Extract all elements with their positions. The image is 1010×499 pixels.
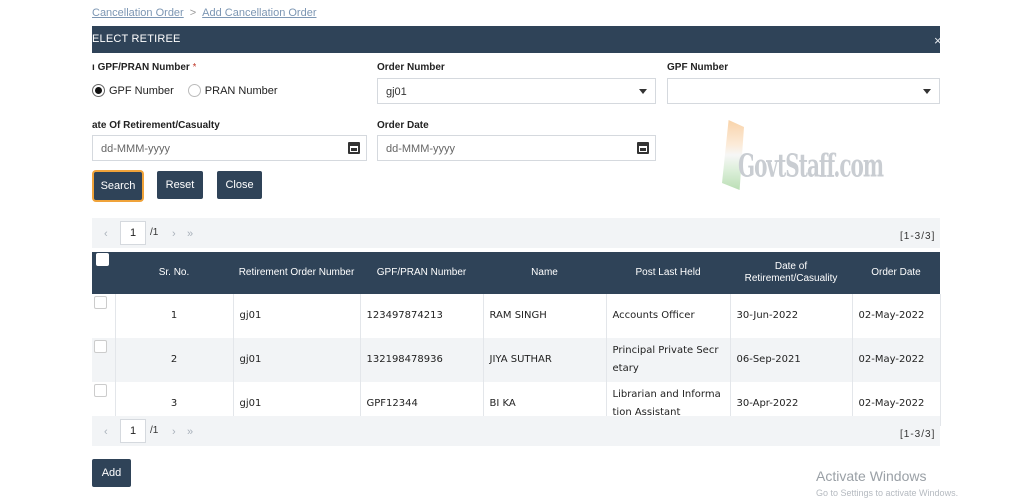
- retirement-date-input[interactable]: dd-MMM-yyyy: [92, 135, 367, 161]
- gpf-number-label: GPF Number: [667, 62, 729, 73]
- cell-post: Principal Private Secretary: [606, 338, 731, 382]
- page-number-input[interactable]: 1: [120, 419, 146, 443]
- cell-name: RAM SINGH: [483, 294, 607, 338]
- search-button[interactable]: Search: [94, 172, 142, 200]
- breadcrumb-separator: >: [189, 7, 197, 19]
- record-range: [1-3/3]: [900, 429, 936, 440]
- row-checkbox-cell[interactable]: [92, 294, 116, 338]
- chevron-down-icon: [639, 89, 647, 94]
- retirement-date-label: ate Of Retirement/Casualty: [92, 120, 220, 131]
- next-page-icon[interactable]: ›: [172, 228, 176, 240]
- order-date-input[interactable]: dd-MMM-yyyy: [377, 135, 656, 161]
- cell-retire-date: 30-Jun-2022: [730, 294, 853, 338]
- table-header-row: Sr. No. Retirement Order Number GPF/PRAN…: [92, 252, 940, 294]
- prev-page-icon[interactable]: ‹: [104, 426, 108, 438]
- cell-order: gj01: [233, 338, 361, 382]
- chevron-down-icon: [923, 89, 931, 94]
- page: Cancellation Order > Add Cancellation Orde…: [0, 0, 1010, 499]
- radio-gpf-number[interactable]: [92, 84, 105, 97]
- cell-order-date: 02-May-2022: [852, 294, 941, 338]
- reset-button[interactable]: Reset: [157, 171, 203, 199]
- radio-pran-number[interactable]: [187, 84, 201, 97]
- table-row[interactable]: 2 gj01 132198478936 JIYA SUTHAR Principa…: [92, 338, 941, 382]
- close-button[interactable]: Close: [217, 171, 262, 199]
- last-page-icon[interactable]: »: [187, 228, 193, 240]
- bottom-pager: ‹ 1 /1 › » [1-3/3]: [92, 416, 940, 446]
- add-button[interactable]: Add: [92, 459, 131, 487]
- next-page-icon[interactable]: ›: [172, 426, 176, 438]
- cell-post: Accounts Officer: [606, 294, 731, 338]
- top-pager: ‹ 1 /1 › » [1-3/3]: [92, 218, 940, 248]
- radio-pran-label: PRAN Number: [204, 84, 278, 97]
- row-checkbox[interactable]: [94, 384, 107, 397]
- activate-windows-subtitle: Go to Settings to activate Windows.: [816, 488, 959, 498]
- calendar-icon[interactable]: [637, 142, 649, 154]
- watermark-text: GovtStaff.com: [738, 146, 884, 185]
- watermark-logo: GovtStaff.com: [722, 116, 884, 196]
- page-total: /1: [150, 425, 159, 436]
- col-order-date[interactable]: Order Date: [852, 252, 940, 294]
- col-date-of-retirement[interactable]: Date of Retirement/Casuality: [730, 252, 852, 294]
- col-name[interactable]: Name: [483, 252, 606, 294]
- cell-sr: 2: [115, 338, 234, 382]
- cell-gpf: 132198478936: [360, 338, 484, 382]
- cell-gpf: 123497874213: [360, 294, 484, 338]
- retiree-table: Sr. No. Retirement Order Number GPF/PRAN…: [92, 252, 941, 426]
- panel-header: ELECT RETIREE ×: [92, 26, 940, 53]
- calendar-icon[interactable]: [348, 142, 360, 154]
- breadcrumb-current[interactable]: Add Cancellation Order: [202, 7, 316, 19]
- col-post-last-held[interactable]: Post Last Held: [606, 252, 730, 294]
- cell-sr: 1: [115, 294, 234, 338]
- breadcrumb: Cancellation Order > Add Cancellation Orde…: [92, 7, 317, 21]
- col-sr-no[interactable]: Sr. No.: [115, 252, 233, 294]
- order-date-placeholder: dd-MMM-yyyy: [386, 143, 456, 155]
- panel-title: ELECT RETIREE: [92, 33, 181, 45]
- cell-order: gj01: [233, 294, 361, 338]
- col-gpf-pran-number[interactable]: GPF/PRAN Number: [360, 252, 483, 294]
- row-checkbox-cell[interactable]: [92, 338, 116, 382]
- close-icon[interactable]: ×: [934, 34, 940, 47]
- row-checkbox[interactable]: [94, 296, 107, 309]
- breadcrumb-parent[interactable]: Cancellation Order: [92, 7, 184, 19]
- required-mark: *: [192, 62, 197, 73]
- retirement-date-placeholder: dd-MMM-yyyy: [101, 143, 171, 155]
- page-number-input[interactable]: 1: [120, 221, 146, 245]
- order-date-label: Order Date: [377, 120, 429, 131]
- gpf-number-select[interactable]: [667, 78, 940, 104]
- activate-windows-title: Activate Windows: [816, 468, 927, 484]
- id-type-radio-group: GPF Number PRAN Number: [92, 84, 288, 97]
- order-number-select[interactable]: gj01: [377, 78, 656, 104]
- record-range: [1-3/3]: [900, 231, 936, 242]
- col-retirement-order-number[interactable]: Retirement Order Number: [233, 252, 360, 294]
- cell-retire-date: 06-Sep-2021: [730, 338, 853, 382]
- gpf-pran-label-text: GPF/PRAN Number: [97, 62, 190, 73]
- order-number-label: Order Number: [377, 62, 445, 73]
- table-row[interactable]: 1 gj01 123497874213 RAM SINGH Accounts O…: [92, 294, 941, 338]
- row-checkbox[interactable]: [94, 340, 107, 353]
- page-total: /1: [150, 227, 159, 238]
- select-all-checkbox[interactable]: [92, 252, 115, 294]
- last-page-icon[interactable]: »: [187, 426, 193, 438]
- radio-gpf-label: GPF Number: [109, 84, 174, 97]
- cell-order-date: 02-May-2022: [852, 338, 941, 382]
- prev-page-icon[interactable]: ‹: [104, 228, 108, 240]
- checkbox-icon[interactable]: [96, 253, 109, 266]
- order-number-value: gj01: [386, 86, 407, 98]
- gpf-pran-label: ı GPF/PRAN Number *: [92, 62, 197, 73]
- cell-name: JIYA SUTHAR: [483, 338, 607, 382]
